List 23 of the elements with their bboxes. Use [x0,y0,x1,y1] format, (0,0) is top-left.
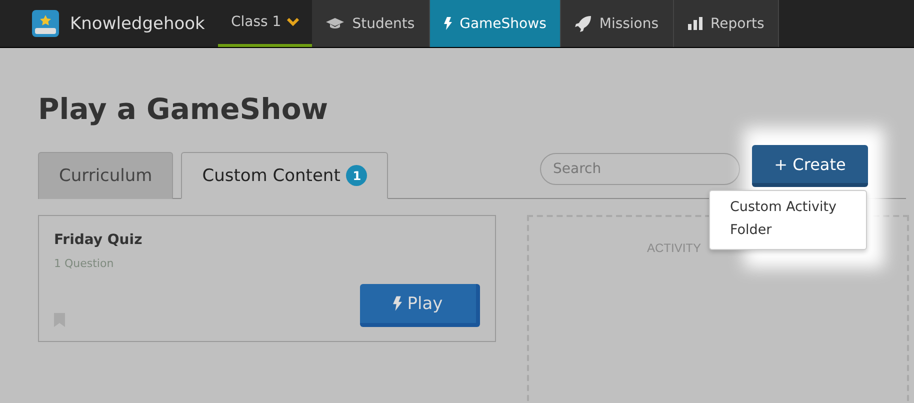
nav-tab[interactable]: Missions [561,0,674,47]
lightning-icon [444,17,452,30]
lightning-icon [393,296,402,311]
search-field[interactable]: Search [540,153,740,185]
chevron-down-icon [287,18,300,26]
brand-name: Knowledgehook [70,14,205,34]
nav-tab[interactable]: Reports [674,0,780,47]
book-icon [32,10,59,37]
bar-chart-icon [688,17,703,30]
quiz-title: Friday Quiz [54,232,144,248]
count-badge: 1 [346,165,368,186]
rocket-icon [575,16,592,32]
menu-item[interactable]: Custom Activity [710,197,866,220]
graduation-cap-icon [326,18,344,30]
content-tab[interactable]: Curriculum [38,152,174,199]
menu-item[interactable]: Folder [710,220,866,243]
question-count: 1 Question [54,257,115,270]
page-title: Play a GameShow [38,91,330,128]
play-button[interactable]: Play [360,284,480,327]
create-button[interactable]: + Create [752,145,868,187]
content-tab[interactable]: Custom Content 1 [181,152,388,199]
nav-tab[interactable]: GameShows [430,0,562,47]
nav-tab[interactable]: Students [312,0,430,47]
